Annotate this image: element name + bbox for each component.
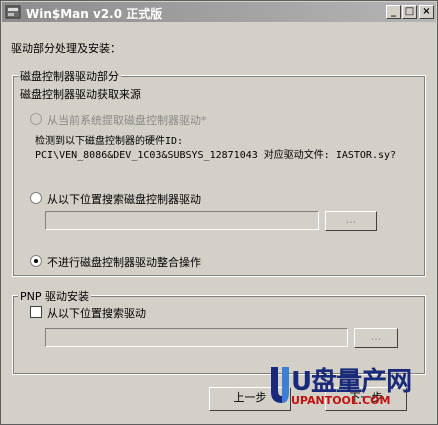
pnp-browse-button[interactable]: ...: [354, 328, 398, 348]
disk-driver-path-field[interactable]: [45, 211, 319, 230]
detected-hardware-label: 检测到以下磁盘控制器的硬件ID:: [35, 136, 184, 147]
radio-search-location-label: 从以下位置搜索磁盘控制器驱动: [47, 193, 201, 206]
radio-current-system-label: 从当前系统提取磁盘控制器驱动*: [47, 114, 207, 127]
radio-skip-integration-label: 不进行磁盘控制器驱动整合操作: [47, 256, 201, 269]
pnp-driver-legend: PNP 驱动安装: [18, 288, 91, 304]
radio-selected-dot: [34, 259, 38, 263]
u-logo-icon: [271, 367, 289, 403]
pnp-search-checkbox[interactable]: [30, 306, 42, 318]
maximize-button[interactable]: □: [402, 5, 417, 19]
minimize-button[interactable]: _: [386, 5, 401, 19]
radio-current-system[interactable]: [30, 113, 42, 125]
app-icon: [5, 5, 21, 19]
watermark-url: UPANTOOL.COM: [291, 394, 391, 407]
disk-controller-legend: 磁盘控制器驱动部分: [18, 68, 121, 84]
hardware-id-line: PCI\VEN_8086&DEV_1C03&SUBSYS_12871043 对应…: [35, 150, 397, 161]
close-button[interactable]: ×: [419, 5, 434, 19]
site-watermark: U盘量产网 UPANTOOL.COM: [269, 363, 437, 424]
disk-browse-button[interactable]: ...: [325, 211, 377, 231]
title-bar[interactable]: Win$Man v2.0 正式版 _ □ ×: [2, 2, 436, 22]
app-window: Win$Man v2.0 正式版 _ □ × 驱动部分处理及安装： 磁盘控制器驱…: [0, 0, 438, 425]
radio-search-location[interactable]: [30, 192, 42, 204]
watermark-brand: U盘量产网: [291, 367, 412, 397]
disk-controller-group: [12, 75, 426, 277]
intro-label: 驱动部分处理及安装：: [11, 42, 121, 55]
pnp-driver-path-field[interactable]: [45, 328, 348, 347]
pnp-search-checkbox-label: 从以下位置搜索驱动: [47, 307, 146, 320]
window-title: Win$Man v2.0 正式版: [26, 7, 163, 21]
radio-skip-integration[interactable]: [30, 255, 42, 267]
driver-source-label: 磁盘控制器驱动获取来源: [20, 88, 141, 101]
